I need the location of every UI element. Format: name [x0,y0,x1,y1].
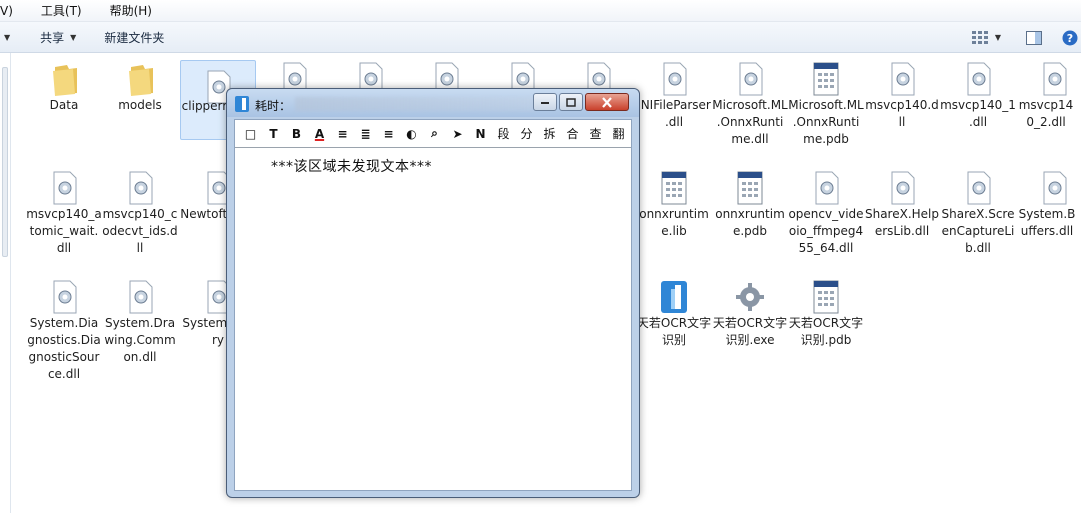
view-options-icon[interactable] [971,29,989,47]
align-right-tool[interactable]: ≡ [377,123,400,145]
file-item[interactable]: onnxruntime.pdb [712,162,788,242]
file-item[interactable]: System.Buffers.dll [1016,162,1081,242]
file-item[interactable]: onnxruntime.lib [636,162,712,242]
menu-view[interactable]: V) [0,4,21,18]
dll-file-icon [967,171,991,205]
send-icon[interactable]: ➤ [446,123,469,145]
lookup-tool[interactable]: 查 [584,123,607,145]
select-all-tool[interactable]: □ [239,123,262,145]
file-item[interactable]: msvcp140_codecvt_ids.dll [102,162,178,262]
pdb-file-icon [813,62,839,96]
ocr-toolbar: □ T B A ≡ ≣ ≡ ◐ ⌕ ➤ N 段 分 拆 合 查 翻 [235,120,631,148]
dll-file-icon [129,280,153,314]
close-icon [602,96,612,108]
ocr-result-content: ***该区域未发现文本*** [271,159,432,175]
new-folder-button[interactable]: 新建文件夹 [104,29,164,46]
file-item[interactable]: msvcp140_atomic_wait.dll [26,162,102,262]
maximize-button[interactable] [559,93,583,111]
align-justify-tool[interactable]: ≣ [354,123,377,145]
chevron-down-icon: ▼ [70,32,77,42]
file-item[interactable]: System.Drawing.Common.dll [102,271,178,371]
file-item[interactable]: msvcp140.dll [864,53,940,133]
file-item[interactable]: 天若OCR文字识别.exe [712,271,788,351]
blurred-title-area [295,97,535,111]
view-dropdown-icon[interactable]: ▼ [995,33,1001,42]
file-item[interactable]: 天若OCR文字识别 [636,271,712,351]
file-item[interactable]: msvcp140_1.dll [940,53,1016,133]
file-item[interactable]: System.Diagnostics.DiagnosticSource.dll [26,271,102,391]
file-item[interactable]: ShareX.HelpersLib.dll [864,162,940,262]
file-item[interactable] [408,53,484,96]
file-item[interactable] [484,53,560,96]
paragraph-tool[interactable]: 段 [492,123,515,145]
dll-file-icon [967,62,991,96]
minimize-button[interactable] [533,93,557,111]
file-item[interactable] [256,53,332,96]
menu-tools[interactable]: 工具(T) [41,2,90,19]
file-item[interactable]: Microsoft.ML.OnnxRuntime.pdb [788,53,864,163]
ocr-result-text[interactable]: ***该区域未发现文本*** [271,156,432,176]
lib-file-icon [661,171,687,205]
window-client-area: □ T B A ≡ ≣ ≡ ◐ ⌕ ➤ N 段 分 拆 合 查 翻 ***该区域… [234,119,632,491]
pdb-file-icon [813,280,839,314]
break-tool[interactable]: 拆 [538,123,561,145]
merge-tool[interactable]: 合 [561,123,584,145]
text-tool[interactable]: T [262,123,285,145]
menu-help[interactable]: 帮助(H) [110,2,160,19]
bold-tool[interactable]: B [285,123,308,145]
file-item[interactable] [560,53,636,96]
file-item[interactable]: Microsoft.ML.OnnxRuntime.dll [712,53,788,153]
align-left-tool[interactable]: ≡ [331,123,354,145]
search-icon[interactable]: ⌕ [423,123,446,145]
folder-icon [53,65,77,96]
help-icon[interactable]: ? [1061,29,1079,47]
file-item[interactable]: models [102,53,178,133]
navigation-pane-edge [0,53,11,513]
menu-bar: V) 工具(T) 帮助(H) [0,0,1081,22]
n-tool[interactable]: N [469,123,492,145]
preview-pane-icon[interactable] [1025,29,1043,47]
new-folder-label: 新建文件夹 [104,30,165,45]
dll-file-icon [53,280,77,314]
dll-file-icon [129,171,153,205]
file-item[interactable] [332,53,408,96]
file-item[interactable]: Data [26,53,102,133]
dll-file-icon [815,171,839,205]
left-dropdown-arrow-icon[interactable]: ▼ [4,33,10,42]
app-icon [235,96,249,112]
app-icon [661,281,687,313]
file-item[interactable]: INIFileParser.dll [636,53,712,133]
dll-file-icon [1043,171,1067,205]
dll-file-icon [663,62,687,96]
gear-icon [736,283,764,311]
nav-scrollbar[interactable] [2,67,8,257]
palette-icon[interactable]: ◐ [400,123,423,145]
minimize-icon [541,102,549,104]
svg-text:?: ? [1067,32,1073,45]
file-item[interactable]: 天若OCR文字识别.pdb [788,271,864,371]
ocr-result-window: 耗时： □ T B A ≡ ≣ ≡ ◐ ⌕ ➤ N 段 分 拆 合 查 翻 **… [226,88,640,498]
pdb-file-icon [737,171,763,205]
file-item[interactable]: msvcp140_2.dll [1016,53,1081,133]
font-color-tool[interactable]: A [308,123,331,145]
explorer-toolbar: ▼ 共享 ▼ 新建文件夹 ▼ ? [0,22,1081,53]
dll-file-icon [739,62,763,96]
close-button[interactable] [585,93,629,111]
folder-icon [129,65,153,96]
file-item[interactable]: opencv_videoio_ffmpeg455_64.dll [788,162,864,272]
share-button[interactable]: 共享 ▼ [40,29,76,46]
window-titlebar[interactable]: 耗时： [227,89,639,117]
dll-file-icon [1043,62,1067,96]
file-item[interactable]: ShareX.ScreenCaptureLib.dll [940,162,1016,262]
window-title: 耗时： [255,99,292,113]
maximize-icon [566,97,576,107]
translate-tool[interactable]: 翻 [607,123,630,145]
dll-file-icon [891,171,915,205]
dll-file-icon [53,171,77,205]
dll-file-icon [891,62,915,96]
share-label: 共享 [40,30,65,45]
split-tool[interactable]: 分 [515,123,538,145]
